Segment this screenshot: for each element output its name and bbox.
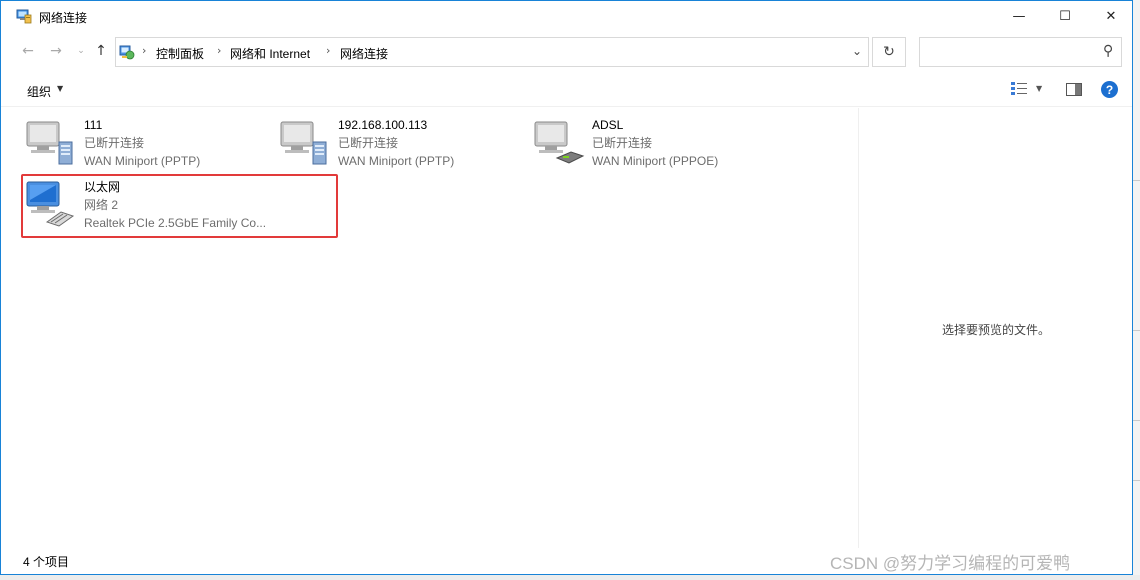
breadcrumb-network-internet[interactable]: 网络和 Internet — [230, 45, 310, 62]
refresh-icon: ↻ — [883, 44, 895, 60]
background-window-edge — [1133, 0, 1140, 580]
vpn-connection-icon — [26, 121, 73, 165]
breadcrumb-separator: › — [142, 44, 147, 57]
network-connections-icon — [16, 9, 32, 24]
item-details: ADSL 已断开连接 WAN Miniport (PPPOE) — [592, 116, 718, 170]
connection-name: ADSL — [592, 118, 624, 132]
breadcrumb-separator[interactable]: › — [326, 44, 330, 57]
refresh-button[interactable]: ↻ — [872, 37, 906, 67]
list-item[interactable]: 111 已断开连接 WAN Miniport (PPTP) — [25, 112, 275, 168]
maximize-button[interactable]: ☐ — [1042, 1, 1088, 31]
watermark: CSDN @努力学习编程的可爱鸭 — [830, 554, 1071, 573]
help-icon[interactable]: ? — [1101, 81, 1118, 98]
navigation-bar: ← → ⌄ ↑ › 控制面板 › 网络和 Internet › 网络连接 ⌄ ↻… — [1, 31, 1132, 73]
vpn-connection-icon — [280, 121, 327, 165]
connection-device: WAN Miniport (PPPOE) — [592, 154, 719, 168]
up-arrow-icon[interactable]: ↑ — [91, 41, 111, 61]
connection-device: WAN Miniport (PPTP) — [84, 154, 201, 168]
connection-device: WAN Miniport (PPTP) — [338, 154, 455, 168]
connection-status: 已断开连接 — [338, 136, 399, 150]
control-panel-icon — [119, 45, 135, 60]
address-bar[interactable]: › 控制面板 › 网络和 Internet › 网络连接 ⌄ — [115, 37, 869, 67]
organize-dropdown-icon[interactable]: ▼ — [57, 84, 63, 93]
connection-name: 192.168.100.113 — [338, 118, 428, 132]
view-options-icon[interactable] — [1011, 82, 1027, 96]
view-options-chevron-down-icon[interactable]: ▼ — [1036, 84, 1042, 93]
connection-status: 已断开连接 — [592, 136, 653, 150]
forward-arrow-icon[interactable]: → — [46, 41, 66, 61]
back-arrow-icon[interactable]: ← — [18, 41, 38, 61]
item-details: 111 已断开连接 WAN Miniport (PPTP) — [84, 116, 200, 170]
search-box[interactable]: ⚲ — [919, 37, 1122, 67]
command-bar: 组织 ▼ ▼ ? — [1, 73, 1132, 107]
close-button[interactable]: ✕ — [1088, 1, 1132, 31]
address-dropdown-chevron-down-icon[interactable]: ⌄ — [852, 44, 862, 58]
broadband-connection-icon — [534, 121, 585, 164]
title-bar[interactable]: 网络连接 — ☐ ✕ — [1, 1, 1132, 31]
item-count: 4 个项目 — [23, 555, 70, 569]
list-item[interactable]: 192.168.100.113 已断开连接 WAN Miniport (PPTP… — [279, 112, 529, 168]
window-title: 网络连接 — [39, 11, 88, 25]
recent-locations-chevron-down-icon[interactable]: ⌄ — [71, 41, 91, 61]
minimize-button[interactable]: — — [996, 1, 1042, 31]
connection-status: 已断开连接 — [84, 136, 145, 150]
background-bottom-edge — [0, 575, 1140, 580]
connection-name: 111 — [84, 118, 103, 132]
list-item[interactable]: ADSL 已断开连接 WAN Miniport (PPPOE) — [533, 112, 783, 168]
item-details: 192.168.100.113 已断开连接 WAN Miniport (PPTP… — [338, 116, 454, 170]
explorer-window: 网络连接 — ☐ ✕ ← → ⌄ ↑ › 控制面板 › 网络和 Internet… — [0, 0, 1133, 575]
organize-menu[interactable]: 组织 — [27, 83, 51, 100]
search-icon[interactable]: ⚲ — [1103, 43, 1113, 59]
highlight-annotation-box — [21, 174, 338, 238]
breadcrumb-separator[interactable]: › — [217, 44, 221, 57]
preview-pane-icon[interactable] — [1066, 83, 1082, 96]
breadcrumb-network-connections[interactable]: 网络连接 — [340, 45, 388, 62]
preview-pane: 选择要预览的文件。 — [858, 108, 1132, 548]
preview-message: 选择要预览的文件。 — [941, 323, 1050, 337]
breadcrumb-control-panel[interactable]: 控制面板 — [156, 45, 204, 62]
